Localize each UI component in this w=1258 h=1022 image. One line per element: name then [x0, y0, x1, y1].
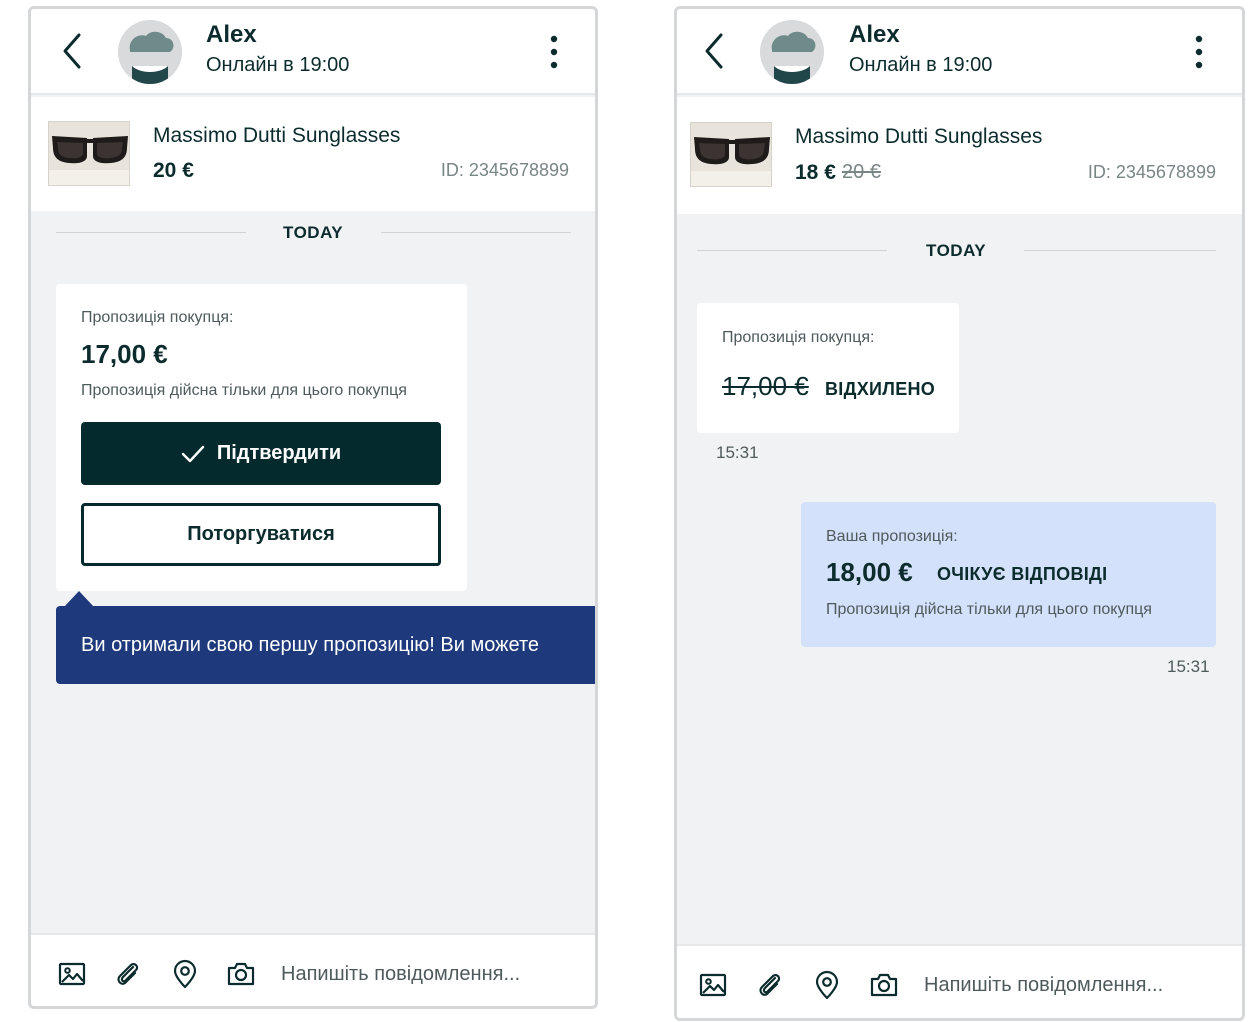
product-id: ID: 2345678899	[1087, 162, 1216, 182]
day-divider-line-right	[1024, 250, 1216, 251]
more-options-button[interactable]	[1192, 33, 1206, 73]
product-thumbnail	[48, 121, 130, 186]
more-options-button[interactable]	[547, 33, 561, 73]
camera-icon	[870, 973, 898, 997]
check-icon	[181, 445, 205, 462]
paperclip-icon	[759, 973, 781, 996]
product-id: ID: 2345678899	[440, 160, 569, 180]
image-icon	[58, 962, 86, 986]
tooltip-text: Ви отримали свою першу пропозицію! Ви мо…	[81, 633, 540, 656]
location-button[interactable]	[812, 970, 842, 1000]
gallery-button[interactable]	[698, 970, 728, 1000]
day-divider-line-left	[56, 232, 246, 233]
first-offer-tooltip[interactable]: Ви отримали свою першу пропозицію! Ви мо…	[56, 606, 595, 684]
chat-header: Alex Онлайн в 19:00	[31, 9, 595, 95]
offer-card: Пропозиція покупця: 17,00 € Пропозиція д…	[56, 284, 467, 591]
contact-name: Alex	[849, 21, 900, 48]
attach-button[interactable]	[113, 959, 143, 989]
gallery-button[interactable]	[57, 959, 87, 989]
chevron-left-icon	[63, 33, 81, 69]
back-button[interactable]	[59, 31, 89, 71]
day-divider-label: TODAY	[283, 223, 344, 242]
back-button[interactable]	[701, 31, 731, 71]
paperclip-icon	[117, 962, 139, 985]
more-vertical-icon	[1195, 35, 1203, 69]
avatar-placeholder-icon	[118, 20, 182, 84]
offer-amount: 17,00 €	[81, 339, 168, 369]
message-input[interactable]	[924, 970, 1224, 1000]
contact-name: Alex	[206, 21, 257, 48]
sunglasses-icon	[691, 123, 771, 186]
camera-icon	[227, 962, 255, 986]
chevron-left-icon	[705, 33, 723, 69]
your-offer-time: 15:31	[1167, 657, 1210, 676]
negotiate-button[interactable]: Поторгуватися	[81, 503, 441, 566]
your-offer-validity-note: Пропозиція дійсна тільки для цього покуп…	[826, 601, 1152, 618]
day-divider-line-right	[381, 232, 571, 233]
message-composer	[677, 944, 1242, 1018]
online-status: Онлайн в 19:00	[206, 54, 350, 76]
buyer-offer-amount: 17,00 €	[722, 371, 809, 401]
product-summary[interactable]: Massimo Dutti Sunglasses 20 € ID: 234567…	[31, 97, 595, 211]
day-divider-line-left	[697, 250, 887, 251]
message-composer	[31, 933, 595, 1006]
offer-validity-note: Пропозиція дійсна тільки для цього покуп…	[81, 382, 407, 399]
buyer-offer-card: Пропозиція покупця: 17,00 € ВІДХИЛЕНО	[697, 303, 959, 433]
message-input[interactable]	[281, 959, 581, 989]
offer-declined-status: ВІДХИЛЕНО	[825, 379, 936, 399]
avatar-placeholder-icon	[760, 20, 824, 84]
camera-button[interactable]	[869, 970, 899, 1000]
product-old-price: 20 €	[842, 161, 881, 183]
product-summary[interactable]: Massimo Dutti Sunglasses 18 € 20 € ID: 2…	[677, 97, 1242, 214]
buyer-offer-label: Пропозиція покупця:	[722, 329, 875, 346]
confirm-offer-button[interactable]: Підтвердити	[81, 422, 441, 485]
location-button[interactable]	[170, 959, 200, 989]
your-offer-label: Ваша пропозиція:	[826, 528, 958, 545]
camera-button[interactable]	[226, 959, 256, 989]
product-title: Massimo Dutti Sunglasses	[153, 124, 401, 147]
product-price: 20 €	[153, 159, 194, 182]
product-title: Massimo Dutti Sunglasses	[795, 125, 1043, 148]
your-offer-amount: 18,00 €	[826, 557, 913, 587]
product-price: 18 €	[795, 161, 836, 184]
day-divider-label: TODAY	[926, 241, 987, 260]
chat-header: Alex Онлайн в 19:00	[677, 9, 1242, 95]
online-status: Онлайн в 19:00	[849, 54, 993, 76]
your-offer-card: Ваша пропозиція: 18,00 € ОЧІКУЄ ВІДПОВІД…	[801, 502, 1216, 647]
product-thumbnail	[690, 122, 772, 187]
chat-screen-counter-offer: Alex Онлайн в 19:00 Massimo Dutti Sungla…	[674, 6, 1245, 1021]
tooltip-arrow	[64, 591, 94, 607]
offer-pending-status: ОЧІКУЄ ВІДПОВІДІ	[937, 564, 1108, 584]
attach-button[interactable]	[755, 970, 785, 1000]
avatar[interactable]	[760, 20, 824, 84]
buyer-offer-time: 15:31	[716, 443, 759, 462]
confirm-offer-label: Підтвердити	[216, 442, 342, 464]
more-vertical-icon	[550, 35, 558, 69]
chat-screen-offer-received: Alex Онлайн в 19:00 Massimo Dutti Sungla…	[28, 6, 598, 1009]
negotiate-label: Поторгуватися	[187, 523, 335, 545]
avatar[interactable]	[118, 20, 182, 84]
location-pin-icon	[815, 970, 839, 1000]
location-pin-icon	[173, 959, 197, 989]
image-icon	[699, 973, 727, 997]
sunglasses-icon	[49, 122, 129, 185]
offer-label: Пропозиція покупця:	[81, 309, 234, 326]
